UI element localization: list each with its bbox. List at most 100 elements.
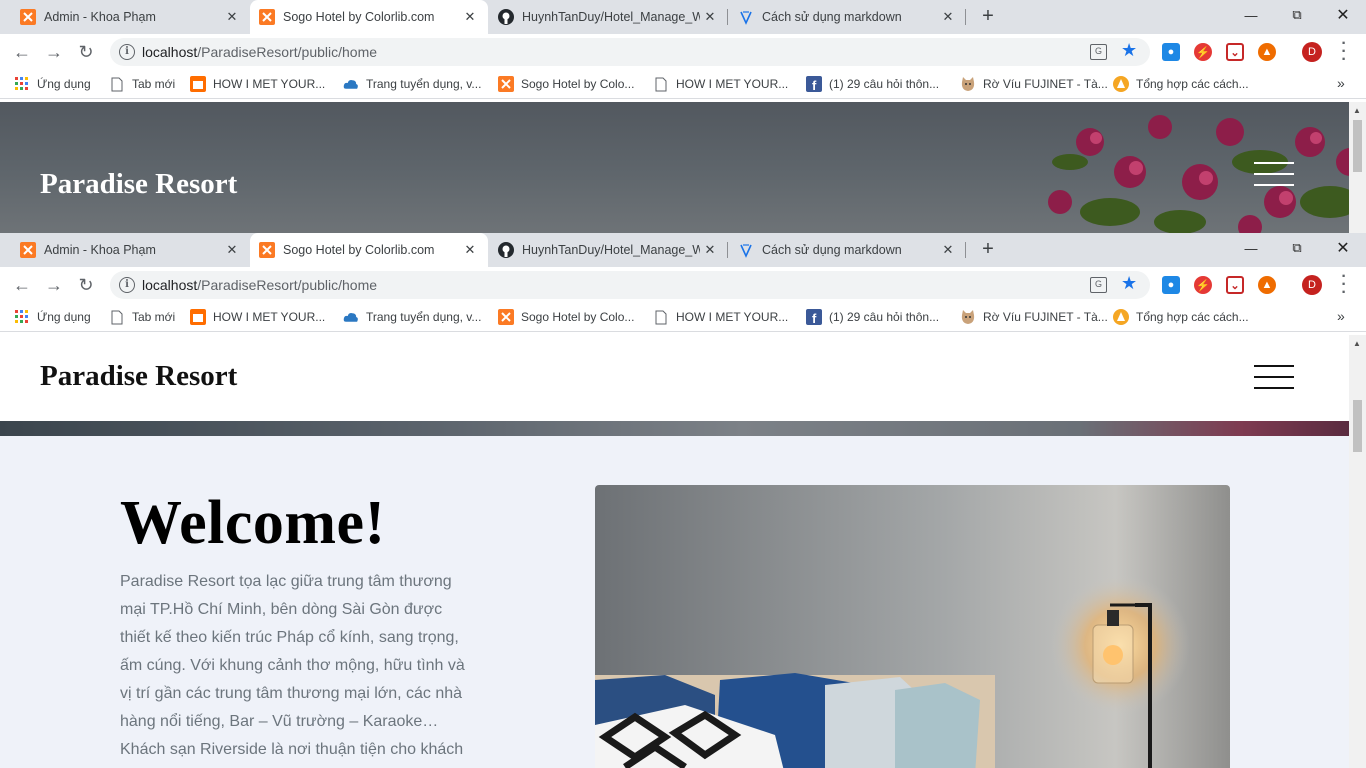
info-icon[interactable]: i — [119, 44, 135, 60]
bookmark-apps[interactable]: Ứng dụng — [14, 302, 91, 332]
scrollbar-thumb[interactable] — [1353, 120, 1362, 172]
url-path: /ParadiseResort/public/home — [197, 44, 378, 60]
close-window-button[interactable]: ✕ — [1320, 0, 1366, 30]
close-icon[interactable]: ✕ — [700, 240, 720, 260]
tab-markdown[interactable]: Cách sử dụng markdown ✕ — [728, 0, 966, 34]
close-icon[interactable]: ✕ — [938, 7, 958, 27]
address-bar[interactable]: i localhost/ParadiseResort/public/home G… — [110, 38, 1150, 66]
scrollbar-thumb[interactable] — [1353, 400, 1362, 452]
bookmark-himym-2[interactable]: HOW I MET YOUR... — [653, 302, 788, 332]
bookmark-recruitment[interactable]: Trang tuyển dụng, v... — [343, 69, 481, 99]
page-icon — [109, 309, 125, 325]
extension-pocket-icon[interactable]: ⌄ — [1226, 276, 1244, 294]
cloud-icon — [343, 309, 359, 325]
translate-icon[interactable]: G — [1090, 44, 1107, 60]
bookmark-label: HOW I MET YOUR... — [213, 310, 326, 324]
tab-sogo-hotel[interactable]: Sogo Hotel by Colorlib.com ✕ — [250, 233, 488, 267]
close-icon[interactable]: ✕ — [700, 7, 720, 27]
minimize-button[interactable]: — — [1228, 233, 1274, 263]
bookmark-tong-hop[interactable]: Tổng hợp các cách... — [1113, 302, 1249, 332]
close-icon[interactable]: ✕ — [460, 7, 480, 27]
bookmark-facebook[interactable]: f (1) 29 câu hỏi thôn... — [806, 302, 939, 332]
site-brand-title[interactable]: Paradise Resort — [40, 360, 237, 393]
bookmark-sogo[interactable]: Sogo Hotel by Colo... — [498, 302, 634, 332]
new-tab-button[interactable]: + — [977, 5, 999, 27]
close-icon[interactable]: ✕ — [222, 7, 242, 27]
extension-pocket-icon[interactable]: ⌄ — [1226, 43, 1244, 61]
info-icon[interactable]: i — [119, 277, 135, 293]
bookmark-new-tab[interactable]: Tab mới — [109, 302, 175, 332]
close-window-button[interactable]: ✕ — [1320, 233, 1366, 263]
hamburger-menu-icon[interactable] — [1254, 365, 1294, 389]
bookmark-himym-1[interactable]: HOW I MET YOUR... — [190, 69, 325, 99]
tab-title: Cách sử dụng markdown — [762, 243, 902, 257]
browser-toolbar: ← → ↻ i localhost/ParadiseResort/public/… — [0, 267, 1366, 302]
xampp-icon — [259, 242, 275, 258]
extension-bolt-icon[interactable]: ⚡ — [1194, 276, 1212, 294]
forward-button[interactable]: → — [43, 41, 65, 63]
page-icon — [653, 309, 669, 325]
bookmark-tong-hop[interactable]: Tổng hợp các cách... — [1113, 69, 1249, 99]
back-button[interactable]: ← — [11, 41, 33, 63]
menu-kebab-icon[interactable]: · · · — [1337, 36, 1351, 68]
bookmark-fujinet[interactable]: Rờ Víu FUJINET - Tà... — [960, 302, 1108, 332]
welcome-heading: Welcome! — [120, 489, 386, 557]
scroll-up-arrow-icon[interactable]: ▲ — [1353, 339, 1361, 348]
close-icon[interactable]: ✕ — [938, 240, 958, 260]
bookmark-himym-2[interactable]: HOW I MET YOUR... — [653, 69, 788, 99]
profile-avatar[interactable]: D — [1302, 275, 1322, 295]
bookmark-sogo[interactable]: Sogo Hotel by Colo... — [498, 69, 634, 99]
bougainvillea-image — [1048, 115, 1364, 233]
chevron-double-right-icon[interactable]: » — [1337, 75, 1345, 91]
extension-fire-icon[interactable]: ▲ — [1258, 276, 1276, 294]
chevron-double-right-icon[interactable]: » — [1337, 308, 1345, 324]
bookmark-recruitment[interactable]: Trang tuyển dụng, v... — [343, 302, 481, 332]
restore-button[interactable]: ⧉ — [1274, 0, 1320, 30]
apps-grid-icon — [14, 76, 30, 92]
menu-kebab-icon[interactable]: · · · — [1337, 269, 1351, 301]
scrollbar[interactable]: ▲ — [1349, 102, 1366, 233]
reload-button[interactable]: ↻ — [75, 274, 97, 296]
back-button[interactable]: ← — [11, 274, 33, 296]
tab-sogo-hotel[interactable]: Sogo Hotel by Colorlib.com ✕ — [250, 0, 488, 34]
translate-icon[interactable]: G — [1090, 277, 1107, 293]
url-text[interactable]: localhost/ParadiseResort/public/home — [142, 44, 377, 60]
bookmark-label: Tổng hợp các cách... — [1136, 77, 1249, 91]
tab-admin[interactable]: Admin - Khoa Phạm ✕ — [0, 0, 250, 34]
extension-fire-icon[interactable]: ▲ — [1258, 43, 1276, 61]
xampp-icon — [20, 9, 36, 25]
url-text[interactable]: localhost/ParadiseResort/public/home — [142, 277, 377, 293]
forward-button[interactable]: → — [43, 274, 65, 296]
xampp-icon — [259, 9, 275, 25]
cloud-icon — [343, 76, 359, 92]
extension-bolt-icon[interactable]: ⚡ — [1194, 43, 1212, 61]
close-icon[interactable]: ✕ — [222, 240, 242, 260]
svg-text:f: f — [812, 311, 817, 325]
new-tab-button[interactable]: + — [977, 238, 999, 260]
tab-github[interactable]: HuynhTanDuy/Hotel_Manage_We ✕ — [488, 0, 728, 34]
bookmark-fujinet[interactable]: Rờ Víu FUJINET - Tà... — [960, 69, 1108, 99]
profile-avatar[interactable]: D — [1302, 42, 1322, 62]
reload-button[interactable]: ↻ — [75, 41, 97, 63]
bookmark-star-icon[interactable]: ★ — [1121, 273, 1137, 294]
address-bar[interactable]: i localhost/ParadiseResort/public/home G… — [110, 271, 1150, 299]
bookmark-facebook[interactable]: f (1) 29 câu hỏi thôn... — [806, 69, 939, 99]
bookmark-apps[interactable]: Ứng dụng — [14, 69, 91, 99]
hamburger-menu-icon[interactable] — [1254, 162, 1294, 186]
tab-title: HuynhTanDuy/Hotel_Manage_We — [522, 10, 700, 24]
svg-text:f: f — [812, 78, 817, 92]
restore-button[interactable]: ⧉ — [1274, 233, 1320, 263]
extension-drop-icon[interactable]: ● — [1162, 43, 1180, 61]
tab-admin[interactable]: Admin - Khoa Phạm ✕ — [0, 233, 250, 267]
tab-markdown[interactable]: Cách sử dụng markdown ✕ — [728, 233, 966, 267]
scroll-up-arrow-icon[interactable]: ▲ — [1353, 106, 1361, 115]
bookmark-himym-1[interactable]: HOW I MET YOUR... — [190, 302, 325, 332]
bookmark-new-tab[interactable]: Tab mới — [109, 69, 175, 99]
scrollbar[interactable]: ▲ — [1349, 335, 1366, 768]
bookmark-star-icon[interactable]: ★ — [1121, 40, 1137, 61]
site-brand-title[interactable]: Paradise Resort — [40, 168, 237, 201]
close-icon[interactable]: ✕ — [460, 240, 480, 260]
extension-drop-icon[interactable]: ● — [1162, 276, 1180, 294]
tab-github[interactable]: HuynhTanDuy/Hotel_Manage_We ✕ — [488, 233, 728, 267]
minimize-button[interactable]: — — [1228, 0, 1274, 30]
